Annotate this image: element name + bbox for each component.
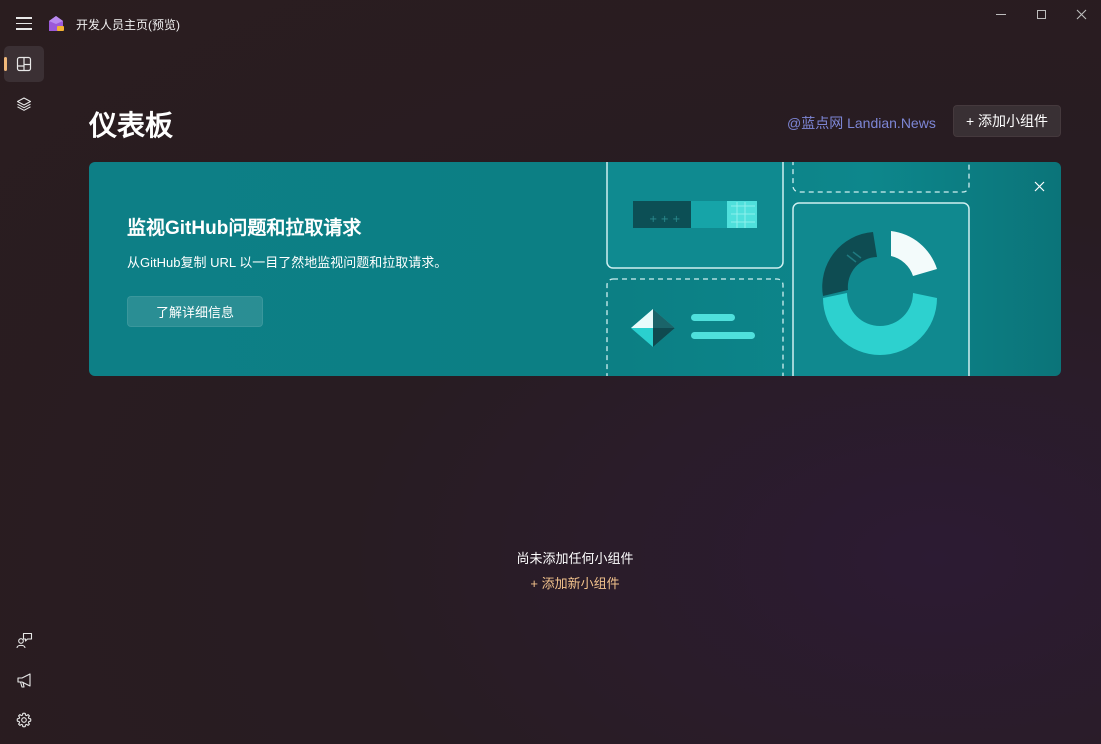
nav-settings[interactable] — [4, 702, 44, 738]
nav-feedback[interactable] — [4, 622, 44, 658]
megaphone-icon — [16, 672, 31, 688]
feedback-icon — [15, 632, 32, 648]
sidebar — [0, 46, 48, 744]
svg-text:+ + +: + + + — [649, 214, 681, 225]
banner-description: 从GitHub复制 URL 以一目了然地监视问题和拉取请求。 — [127, 255, 448, 270]
dashboard-icon — [16, 56, 32, 72]
settings-gear-icon — [16, 712, 32, 728]
watermark-text: @蓝点网 Landian.News — [787, 115, 936, 131]
nav-dashboard[interactable] — [4, 46, 44, 82]
menu-hamburger-icon[interactable] — [14, 14, 34, 32]
window-controls — [981, 0, 1101, 28]
banner-illustration: + + + — [606, 162, 970, 376]
banner-close-button[interactable] — [1029, 176, 1049, 196]
page-title: 仪表板 — [89, 110, 174, 141]
dev-home-logo-icon — [47, 15, 65, 33]
title-bar: 开发人员主页(预览) — [0, 0, 1101, 46]
layers-icon — [16, 97, 32, 111]
add-widget-button[interactable]: + 添加小组件 — [953, 105, 1061, 137]
learn-more-button[interactable]: 了解详细信息 — [127, 296, 263, 327]
github-banner: 监视GitHub问题和拉取请求 从GitHub复制 URL 以一目了然地监视问题… — [89, 162, 1061, 376]
maximize-button[interactable] — [1021, 0, 1061, 28]
app-title: 开发人员主页(预览) — [76, 18, 180, 32]
empty-state-message: 尚未添加任何小组件 — [516, 551, 634, 566]
add-new-widget-link[interactable]: + 添加新小组件 — [0, 573, 1101, 592]
nav-whats-new[interactable] — [4, 662, 44, 698]
banner-title: 监视GitHub问题和拉取请求 — [127, 218, 362, 239]
nav-machine-configuration[interactable] — [4, 86, 44, 122]
close-window-button[interactable] — [1061, 0, 1101, 28]
minimize-button[interactable] — [981, 0, 1021, 28]
close-icon — [1034, 181, 1044, 191]
